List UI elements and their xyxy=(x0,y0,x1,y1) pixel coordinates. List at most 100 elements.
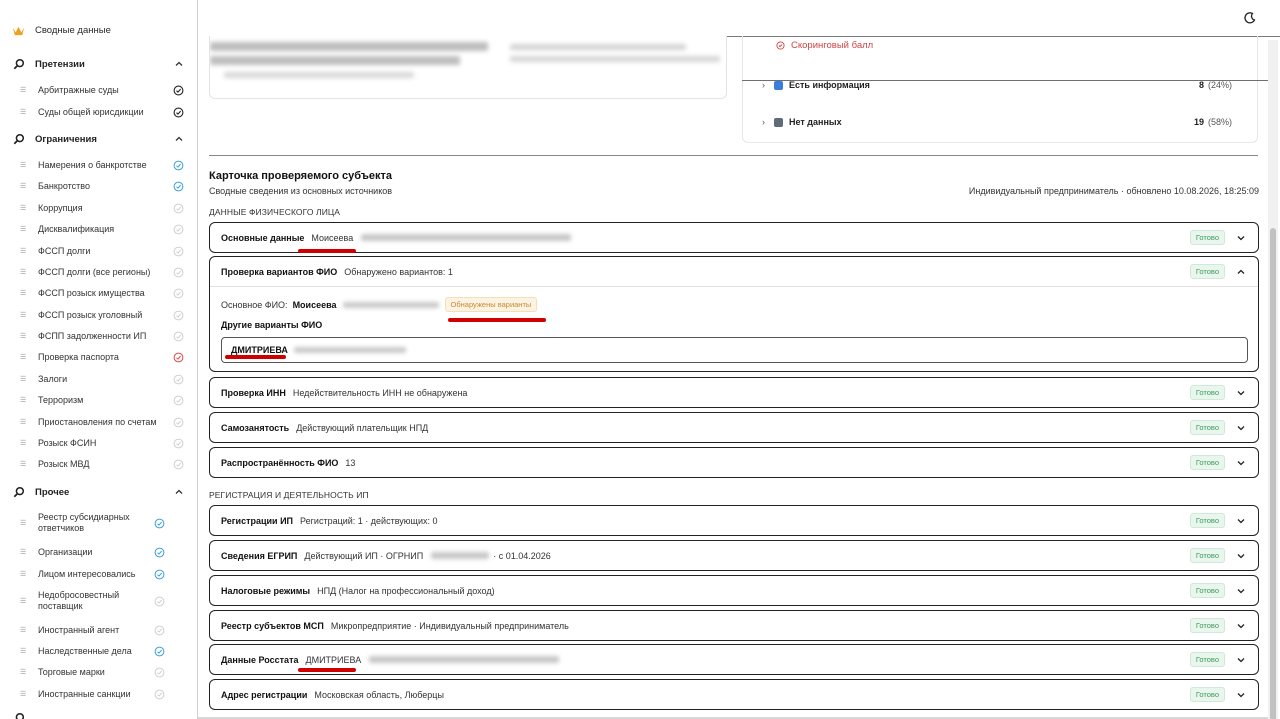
search-icon xyxy=(12,132,26,146)
sidebar-item[interactable]: ☰ Коррупция xyxy=(20,203,184,214)
check-circle-icon xyxy=(154,547,165,558)
row-ip-registrations[interactable]: Регистрации ИП Регистраций: 1 · действую… xyxy=(209,505,1259,536)
row-value-date: · с 01.04.2026 xyxy=(493,550,551,561)
sidebar-item-label: Намерения о банкротстве xyxy=(38,160,147,170)
sidebar-item[interactable]: ☰ Лицом интересовались xyxy=(20,569,184,580)
sidebar-item[interactable]: ☰ Приостановления по счетам xyxy=(20,417,184,428)
sidebar-item[interactable]: ☰ Недобросовестный поставщик xyxy=(20,590,184,612)
sidebar-item-label: Суды общей юрисдикции xyxy=(38,107,144,117)
row-label: Самозанятость xyxy=(221,422,290,433)
sidebar-item[interactable]: ☰ Организации xyxy=(20,547,184,558)
sidebar-brand[interactable]: Сводные данные xyxy=(12,24,111,37)
row-self-employed[interactable]: Самозанятость Действующий плательщик НПД… xyxy=(209,412,1259,443)
list-icon: ☰ xyxy=(20,397,27,404)
main-fio-value: Моисеева xyxy=(292,299,337,310)
sidebar-item-general-courts[interactable]: ☰ Суды общей юрисдикции xyxy=(20,107,184,118)
check-circle-muted-icon xyxy=(154,689,165,700)
sidebar-item[interactable]: ☰ Терроризм xyxy=(20,395,184,406)
sidebar-item[interactable]: ☰ Наследственные дела xyxy=(20,646,184,657)
section-restrictions[interactable]: Ограничения xyxy=(12,131,184,147)
sidebar-item[interactable]: ☰ Банкротство xyxy=(20,181,184,192)
row-fio-spread[interactable]: Распространённость ФИО 13 Готово xyxy=(209,447,1259,478)
sidebar-item[interactable]: ☰ Дисквалификация xyxy=(20,224,184,235)
row-registration-address[interactable]: Адрес регистрации Московская область, Лю… xyxy=(209,679,1259,710)
sidebar-item[interactable]: ☰ Иностранный агент xyxy=(20,625,184,636)
section-label-ip: РЕГИСТРАЦИЯ И ДЕЯТЕЛЬНОСТЬ ИП xyxy=(209,490,369,500)
section-title: Претензии xyxy=(35,58,85,70)
sidebar-item[interactable]: ☰ Залоги xyxy=(20,374,184,385)
row-label: Реестр субъектов МСП xyxy=(221,620,324,631)
row-label: Распространённость ФИО xyxy=(221,457,339,468)
scrollbar[interactable] xyxy=(1268,40,1278,719)
chevron-down-icon[interactable] xyxy=(1236,516,1246,526)
status-badge: Готово xyxy=(1189,230,1225,245)
chevron-up-icon[interactable] xyxy=(1236,267,1246,277)
row-inn[interactable]: Проверка ИНН Недействительность ИНН не о… xyxy=(209,377,1259,408)
sidebar-item[interactable]: ☰ ФССП розыск имущества xyxy=(20,288,184,299)
sidebar-item[interactable]: ☰ ФСПП задолженности ИП xyxy=(20,331,184,342)
score-label[interactable]: Скоринговый балл xyxy=(776,40,873,51)
dark-mode-icon[interactable] xyxy=(1243,11,1257,25)
stat-pct: (24%) xyxy=(1207,80,1232,90)
row-label: Основные данные xyxy=(221,232,305,243)
check-circle-icon xyxy=(173,160,184,171)
list-icon: ☰ xyxy=(20,354,27,361)
chevron-down-icon[interactable] xyxy=(1236,388,1246,398)
sidebar-item[interactable]: ☰ ФССП долги xyxy=(20,246,184,257)
check-circle-muted-icon xyxy=(173,331,184,342)
sidebar-item[interactable]: ☰ Проверка паспорта xyxy=(20,352,184,363)
sidebar-item[interactable]: ☰ ФССП розыск уголовный xyxy=(20,310,184,321)
row-label: Регистрации ИП xyxy=(221,515,294,526)
section-other[interactable]: Прочее xyxy=(12,484,184,500)
chevron-down-icon[interactable] xyxy=(1236,423,1246,433)
sidebar-item[interactable]: ☰ ФССП долги (все регионы) xyxy=(20,267,184,278)
check-circle-muted-icon xyxy=(173,310,184,321)
row-label: Проверка вариантов ФИО xyxy=(221,266,338,277)
sidebar-item[interactable]: ☰ Намерения о банкротстве xyxy=(20,160,184,171)
check-circle-icon xyxy=(154,646,165,657)
row-basic-data[interactable]: Основные данные Моисеева Готово xyxy=(209,222,1259,253)
fio-check-header[interactable]: Проверка вариантов ФИО Обнаружено вариан… xyxy=(210,257,1258,287)
row-rosstat[interactable]: Данные Росстата ДМИТРИЕВА Готово xyxy=(209,644,1259,675)
sidebar-item-label: Банкротство xyxy=(38,181,90,191)
row-value: Московская область, Люберцы xyxy=(314,689,444,700)
chevron-down-icon[interactable] xyxy=(1236,551,1246,561)
fio-variant-box: ДМИТРИЕВА xyxy=(221,337,1248,363)
chevron-down-icon[interactable] xyxy=(1236,621,1246,631)
color-swatch xyxy=(774,80,783,90)
redacted-value xyxy=(431,552,490,559)
sidebar-item-label: Проверка паспорта xyxy=(38,352,119,362)
list-icon: ☰ xyxy=(20,648,27,655)
stat-has-info[interactable]: › Есть информация 8 (24%) xyxy=(762,80,1232,90)
row-egrip[interactable]: Сведения ЕГРИП Действующий ИП · ОГРНИП · … xyxy=(209,540,1259,571)
sidebar-item[interactable]: ☰ Розыск ФСИН xyxy=(20,438,184,449)
row-msp-registry[interactable]: Реестр субъектов МСП Микропредприятие · … xyxy=(209,610,1259,641)
status-badge: Готово xyxy=(1189,513,1225,528)
list-icon: ☰ xyxy=(20,519,27,527)
row-value: Микропредприятие · Индивидуальный предпр… xyxy=(330,620,569,631)
stat-no-data[interactable]: › Нет данных 19 (58%) xyxy=(762,117,1232,127)
status-badge: Готово xyxy=(1189,548,1225,563)
section-claims[interactable]: Претензии xyxy=(12,56,184,72)
chevron-down-icon[interactable] xyxy=(1236,586,1246,596)
chevron-down-icon[interactable] xyxy=(1236,458,1246,468)
list-icon: ☰ xyxy=(20,376,27,383)
list-icon: ☰ xyxy=(20,440,27,447)
sidebar-item[interactable]: ☰ Розыск МВД xyxy=(20,459,184,470)
row-value: Действующий плательщик НПД xyxy=(296,422,429,433)
section-next[interactable] xyxy=(12,710,184,719)
sidebar-item[interactable]: ☰ Реестр субсидиарных ответчиков xyxy=(20,512,184,534)
chevron-down-icon[interactable] xyxy=(1236,655,1246,665)
chevron-down-icon[interactable] xyxy=(1236,690,1246,700)
sidebar-item[interactable]: ☰ Иностранные санкции xyxy=(20,689,184,700)
sidebar-item-label: Иностранный агент xyxy=(38,625,120,635)
list-icon: ☰ xyxy=(20,627,27,634)
sidebar-item-label: Приостановления по счетам xyxy=(38,417,157,427)
list-icon: ☰ xyxy=(20,87,27,94)
chevron-down-icon[interactable] xyxy=(1236,233,1246,243)
error-circle-icon xyxy=(776,41,785,50)
row-tax-regimes[interactable]: Налоговые режимы НПД (Налог на профессио… xyxy=(209,575,1259,606)
sidebar-item[interactable]: ☰ Торговые марки xyxy=(20,667,184,678)
scrollbar-thumb[interactable] xyxy=(1270,228,1276,719)
sidebar-item-arbitration[interactable]: ☰ Арбитражные суды xyxy=(20,85,184,96)
